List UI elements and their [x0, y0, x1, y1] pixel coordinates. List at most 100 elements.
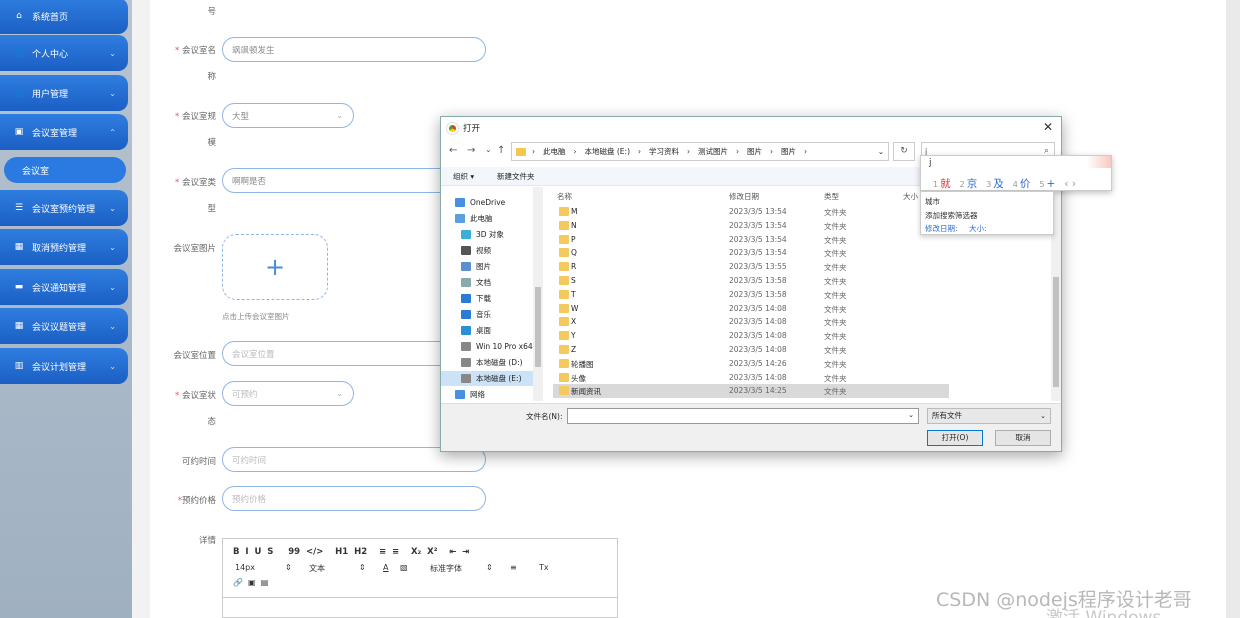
file-row[interactable]: S 2023/3/5 13:58 文件夹 [553, 274, 949, 288]
file-row[interactable]: 新闻资讯 2023/3/5 14:25 文件夹 [553, 384, 949, 399]
filter-size[interactable]: 大小: [969, 223, 987, 234]
file-row[interactable]: 头像 2023/3/5 14:08 文件夹 [553, 371, 949, 385]
price-input[interactable]: 预约价格 [222, 486, 486, 511]
file-row[interactable]: N 2023/3/5 13:54 文件夹 [553, 219, 949, 233]
address-dropdown-icon[interactable]: ⌄ [878, 147, 884, 156]
status-label-cont: 态 [207, 417, 216, 427]
refresh-button[interactable]: ↻ [893, 142, 915, 161]
address-bar[interactable]: › 此电脑 › 本地磁盘 (E:) › 学习资料 › 测试图片 › 图片 › 图… [511, 142, 889, 161]
sidebar-item-topics[interactable]: ▦ 会议议题管理 ⌄ [0, 308, 128, 344]
folder-icon [559, 207, 569, 216]
ime-candidate[interactable]: 3及 [986, 178, 1004, 190]
file-row[interactable]: X 2023/3/5 14:08 文件夹 [553, 315, 949, 329]
column-type[interactable]: 类型 [824, 191, 839, 202]
file-scroll-thumb[interactable] [1053, 277, 1059, 387]
cancel-button[interactable]: 取消 [995, 430, 1051, 446]
tree-item[interactable]: OneDrive [455, 195, 505, 210]
tree-item[interactable]: 此电脑 [455, 211, 493, 226]
tree-item[interactable]: 下载 [461, 291, 491, 306]
font-family-select[interactable]: 标准字体 [430, 563, 462, 574]
suggestion-city[interactable]: 城市 [925, 196, 940, 207]
sidebar-item-profile[interactable]: 👤 个人中心 ⌄ [0, 35, 128, 71]
tree-scroll-thumb[interactable] [535, 287, 541, 367]
ime-candidate[interactable]: 2京 [960, 178, 978, 190]
close-icon[interactable]: ✕ [1043, 120, 1053, 134]
ime-candidate[interactable]: 4价 [1013, 178, 1031, 190]
breadcrumb-item[interactable]: 此电脑 [543, 146, 566, 157]
file-row[interactable]: Q 2023/3/5 13:54 文件夹 [553, 246, 949, 260]
column-size[interactable]: 大小 [903, 191, 918, 202]
sidebar-item-reservations[interactable]: ☰ 会议室预约管理 ⌄ [0, 190, 128, 226]
column-date[interactable]: 修改日期 [729, 191, 759, 202]
tree-item[interactable]: 文档 [461, 275, 491, 290]
breadcrumb-item[interactable]: 本地磁盘 (E:) [585, 146, 631, 157]
room-size-select[interactable]: 大型 ⌄ [222, 103, 354, 128]
sidebar-subitem-room[interactable]: 会议室 [4, 157, 126, 183]
breadcrumb-item[interactable]: 学习资料 [649, 146, 679, 157]
forward-icon[interactable]: → [467, 145, 475, 156]
sidebar-item-rooms[interactable]: ▣ 会议室管理 ⌃ [0, 114, 128, 150]
csdn-watermark: CSDN @nodejs程序设计老哥 [936, 589, 1192, 611]
file-date: 2023/3/5 14:08 [729, 317, 787, 327]
file-row[interactable]: Z 2023/3/5 14:08 文件夹 [553, 343, 949, 357]
image-upload-box[interactable]: + [222, 234, 328, 300]
tree-item[interactable]: 本地磁盘 (E:) [441, 371, 533, 386]
status-select[interactable]: 可预约 ⌄ [222, 381, 354, 406]
tree-item[interactable]: 视频 [461, 243, 491, 258]
background-color-icon[interactable]: ▧ [400, 563, 408, 572]
font-color-icon[interactable]: A [383, 563, 388, 572]
up-icon[interactable]: ↑ [497, 145, 505, 156]
header-select[interactable]: 文本 [309, 563, 325, 574]
recent-dropdown-icon[interactable]: ⌄ [485, 145, 492, 154]
new-folder-button[interactable]: 新建文件夹 [497, 171, 535, 182]
open-button[interactable]: 打开(O) [927, 430, 983, 446]
align-icon[interactable]: ≡ [510, 563, 517, 572]
breadcrumb-item[interactable]: 图片 [747, 146, 762, 157]
file-row[interactable]: 轮播图 2023/3/5 14:26 文件夹 [553, 357, 949, 371]
tree-item[interactable]: 3D 对象 [461, 227, 504, 242]
rich-text-editor[interactable]: B I U S 99 </> H1 H2 ≡ ≡ X₂ X² ⇤ ⇥ 14px … [222, 538, 618, 618]
editor-toolbar-row1[interactable]: B I U S 99 </> H1 H2 ≡ ≡ X₂ X² ⇤ ⇥ [233, 547, 469, 557]
sidebar-item-cancellations[interactable]: ▦ 取消预约管理 ⌄ [0, 229, 128, 265]
tree-item[interactable]: 桌面 [461, 323, 491, 338]
clear-format-icon[interactable]: Tx [539, 563, 549, 572]
tree-scrollbar[interactable] [533, 187, 543, 401]
file-name: T [571, 289, 576, 299]
filename-input[interactable]: ⌄ [567, 408, 919, 424]
sidebar-item-plans[interactable]: ▥ 会议计划管理 ⌄ [0, 348, 128, 384]
sidebar-item-notices[interactable]: ▬ 会议通知管理 ⌄ [0, 269, 128, 305]
file-type: 文件夹 [824, 277, 847, 286]
tree-item-label: 图片 [476, 262, 491, 271]
tree-item[interactable]: 音乐 [461, 307, 491, 322]
breadcrumb-item[interactable]: 测试图片 [698, 146, 728, 157]
file-row[interactable]: R 2023/3/5 13:55 文件夹 [553, 260, 949, 274]
tree-item[interactable]: Win 10 Pro x64 [461, 339, 533, 354]
file-date: 2023/3/5 13:58 [729, 276, 787, 285]
editor-toolbar-row3[interactable]: 🔗 ▣ ▤ [233, 578, 268, 587]
organize-button[interactable]: 组织 ▾ [453, 171, 474, 182]
breadcrumb-item[interactable]: 图片 [781, 146, 796, 157]
ime-candidate[interactable]: 5 + [1039, 178, 1055, 190]
ime-candidate[interactable]: 1就 [933, 178, 951, 190]
size-label: * 会议室规 [175, 112, 216, 122]
tree-item[interactable]: 图片 [461, 259, 491, 274]
sidebar-item-home[interactable]: ⌂ 系统首页 [0, 0, 128, 34]
file-date: 2023/3/5 14:08 [729, 372, 787, 382]
column-name[interactable]: 名称 [557, 191, 572, 202]
tree-item-label: 文档 [476, 278, 491, 287]
file-row[interactable]: P 2023/3/5 13:54 文件夹 [553, 233, 949, 247]
back-icon[interactable]: ← [449, 145, 457, 156]
ime-page-nav[interactable]: ‹ › [1064, 178, 1076, 190]
file-row[interactable]: T 2023/3/5 13:58 文件夹 [553, 288, 949, 302]
sidebar-item-users[interactable]: 👤 用户管理 ⌄ [0, 75, 128, 111]
filetype-select[interactable]: 所有文件 ⌄ [927, 408, 1051, 424]
file-row[interactable]: W 2023/3/5 14:08 文件夹 [553, 302, 949, 316]
file-row[interactable]: M 2023/3/5 13:54 文件夹 [553, 205, 949, 219]
file-row[interactable]: Y 2023/3/5 14:08 文件夹 [553, 329, 949, 343]
tree-item[interactable]: 网络 [455, 387, 485, 401]
filter-modified-date[interactable]: 修改日期: [925, 223, 958, 234]
room-name-input[interactable]: 飒飒顿发生 [222, 37, 486, 62]
filename-label: 文件名(N): [526, 412, 563, 421]
font-size-select[interactable]: 14px [235, 563, 255, 572]
tree-item[interactable]: 本地磁盘 (D:) [461, 355, 523, 370]
